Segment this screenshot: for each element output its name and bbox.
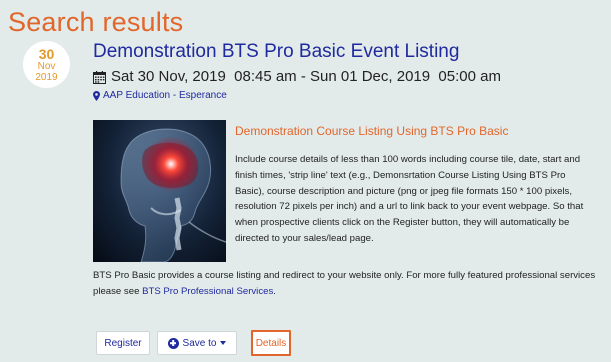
caret-down-icon [220,341,227,345]
event-datetime: Sat 30 Nov, 2019 08:45 am - Sun 01 Dec, … [93,68,501,86]
xray-head-illustration [120,128,226,262]
summary-text-end: . [273,285,276,297]
event-title-link[interactable]: Demonstration BTS Pro Basic Event Listin… [93,41,459,63]
details-button-label: Details [255,337,287,349]
event-datetime-text: Sat 30 Nov, 2019 08:45 am - Sun 01 Dec, … [111,68,501,85]
date-badge-day: 30 [38,46,55,62]
map-pin-icon [93,91,100,101]
register-button-label: Register [104,337,142,349]
course-title: Demonstration Course Listing Using BTS P… [235,124,509,138]
details-button[interactable]: Details [251,330,291,356]
date-badge-year: 2019 [35,72,58,83]
event-location-text: AAP Education - Esperance [103,90,227,101]
professional-services-link[interactable]: BTS Pro Professional Services [142,286,273,297]
register-button[interactable]: Register [96,331,150,355]
page-title: Search results [8,7,184,37]
plus-circle-icon [167,337,179,349]
course-image-xray-head [93,120,226,262]
summary-text: BTS Pro Basic provides a course listing … [93,268,603,300]
date-badge: 30 Nov 2019 [23,41,70,88]
date-badge-month: Nov [37,61,56,72]
calendar-icon [93,70,106,84]
save-to-dropdown-button[interactable]: Save to [157,331,237,355]
save-to-button-label: Save to [182,337,217,349]
event-location-link[interactable]: AAP Education - Esperance [93,90,227,102]
course-description: Include course details of less than 100 … [235,154,584,244]
